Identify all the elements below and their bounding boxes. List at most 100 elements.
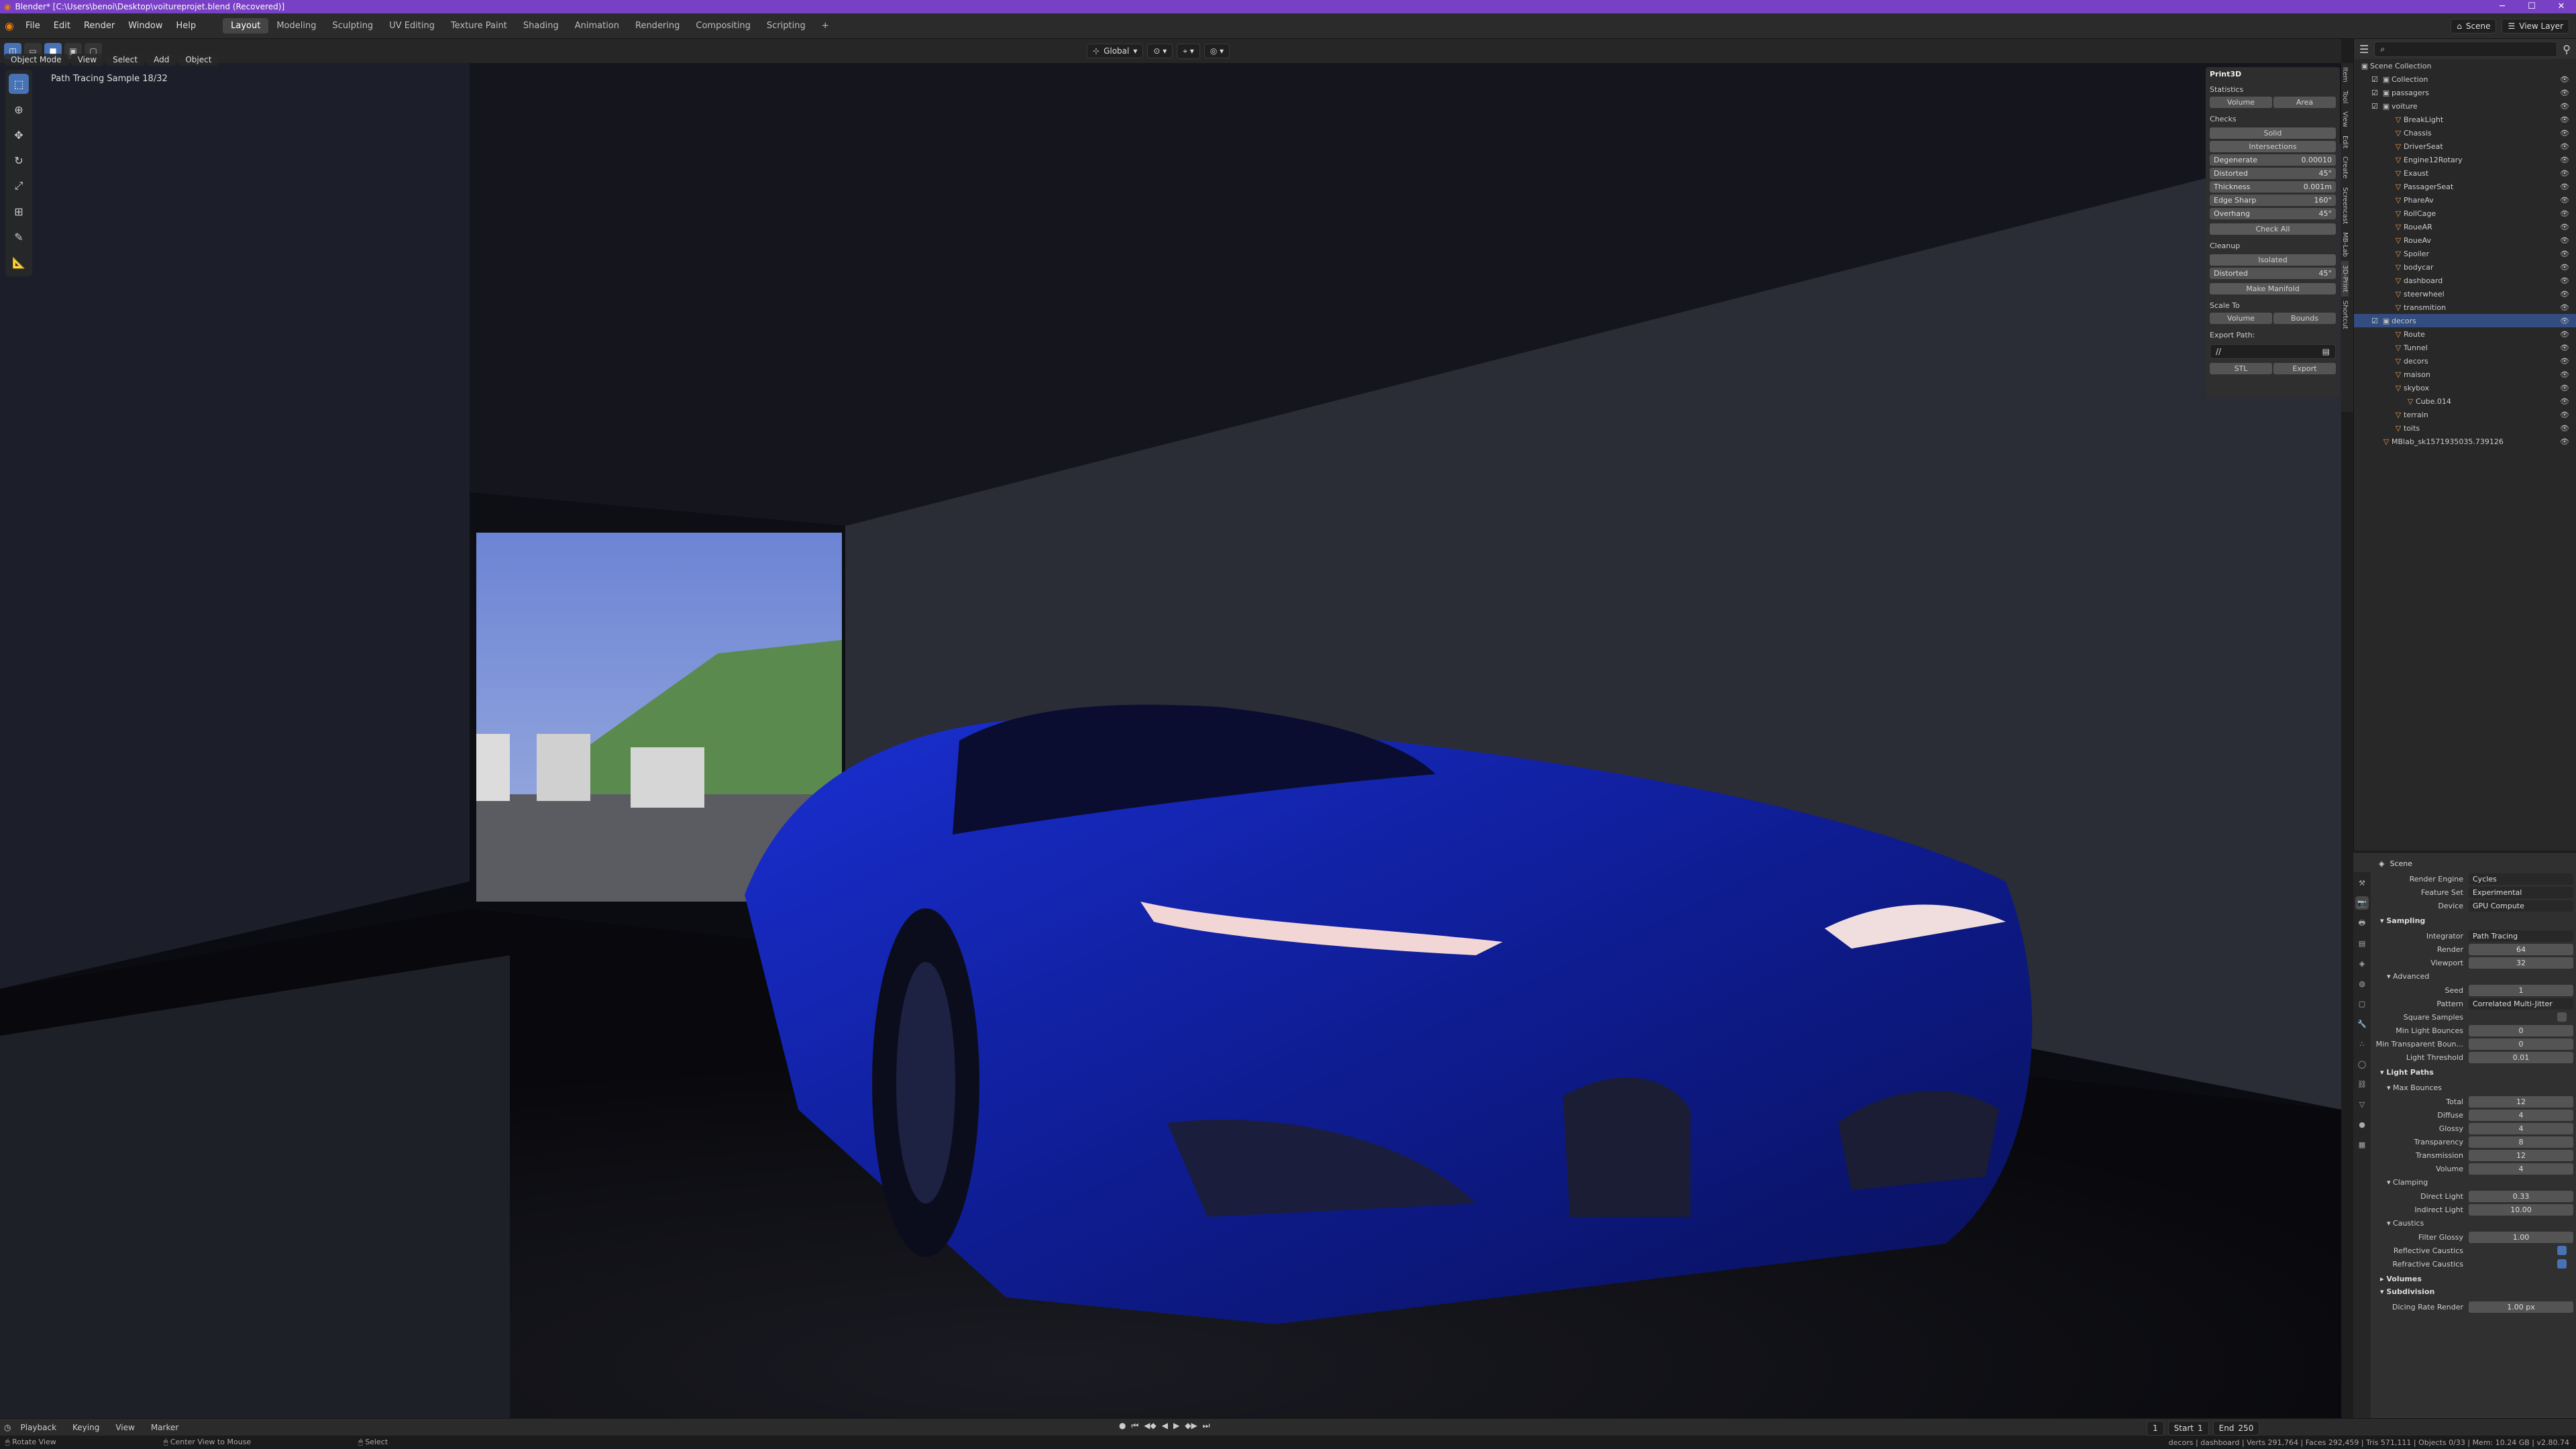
visibility-eye-icon[interactable]: 👁 [2560,276,2576,285]
prop-indirect-light[interactable]: Indirect Light 10.00 [2375,1203,2573,1216]
add-menu[interactable]: Add [147,54,176,66]
outliner-row[interactable]: ▽ steerwheel 👁 [2354,287,2576,301]
filter-icon[interactable]: ⚲ [2563,43,2571,56]
menu-render[interactable]: Render [77,21,121,31]
solid-button[interactable]: Solid [2210,127,2336,139]
cleanup-distorted-row[interactable]: Distorted 45° [2210,268,2336,279]
outliner-row[interactable]: ☑ ▣ passagers 👁 [2354,86,2576,99]
visibility-eye-icon[interactable]: 👁 [2560,357,2576,366]
tool-props-icon[interactable]: ⚒ [2355,876,2369,890]
tab-layout[interactable]: Layout [223,18,269,34]
marker-menu[interactable]: Marker [144,1421,185,1434]
end-frame-input[interactable]: End 250 [2212,1421,2260,1436]
physics-props-icon[interactable]: ◯ [2355,1057,2369,1071]
outliner-row[interactable]: ▽ RollCage 👁 [2354,207,2576,220]
outliner-row[interactable]: ▽ Chassis 👁 [2354,126,2576,140]
add-workspace-icon[interactable]: + [814,18,837,34]
clock-icon[interactable]: ◷ [4,1423,11,1432]
visibility-eye-icon[interactable]: 👁 [2560,89,2576,97]
scale-tool-icon[interactable]: ⤢ [9,176,29,196]
outliner-row[interactable]: ▽ skybox 👁 [2354,381,2576,394]
outliner-row[interactable]: ▽ RoueAR 👁 [2354,220,2576,233]
prop-total-bounces[interactable]: Total 12 [2375,1095,2573,1108]
outliner-row[interactable]: ▽ maison 👁 [2354,368,2576,381]
menu-file[interactable]: File [19,21,47,31]
material-props-icon[interactable]: ● [2355,1118,2369,1131]
sidetab-view[interactable]: View [2341,107,2349,131]
record-icon[interactable]: ● [1119,1421,1126,1431]
outliner-row[interactable]: ▽ PhareAv 👁 [2354,193,2576,207]
sidetab-mblab[interactable]: MB-Lab [2341,228,2349,261]
transform-tool-icon[interactable]: ⊞ [9,201,29,221]
visibility-eye-icon[interactable]: 👁 [2560,263,2576,272]
scene-selector[interactable]: ⌂ Scene [2451,19,2497,34]
prop-reflective-caustics[interactable]: Reflective Caustics [2375,1244,2573,1257]
visibility-eye-icon[interactable]: 👁 [2560,343,2576,352]
menu-help[interactable]: Help [170,21,203,31]
prop-min-light-bounces[interactable]: Min Light Bounces 0 [2375,1024,2573,1037]
playback-menu[interactable]: Playback [13,1421,63,1434]
prop-seed[interactable]: Seed 1 [2375,983,2573,997]
visibility-eye-icon[interactable]: 👁 [2560,384,2576,392]
exclude-checkbox-icon[interactable]: ☑ [2371,75,2381,84]
annotate-tool-icon[interactable]: ✎ [9,227,29,247]
texture-props-icon[interactable]: ▦ [2355,1138,2369,1151]
close-icon[interactable]: ✕ [2546,0,2576,13]
refractive-caustics-checkbox[interactable] [2557,1259,2567,1269]
scale-bounds-button[interactable]: Bounds [2273,313,2336,324]
check-row-edge-sharp[interactable]: Edge Sharp 160° [2210,195,2336,206]
check-row-degenerate[interactable]: Degenerate 0.00010 [2210,154,2336,166]
prev-key-icon[interactable]: ◀◆ [1144,1421,1156,1431]
sidetab-create[interactable]: Create [2341,152,2349,182]
section-volumes[interactable]: ▸ Volumes [2375,1271,2573,1287]
isolated-button[interactable]: Isolated [2210,254,2336,266]
outliner-search-input[interactable]: ⌕ [2374,41,2558,57]
section-advanced[interactable]: ▾ Advanced [2375,969,2573,983]
play-icon[interactable]: ▶ [1173,1421,1179,1431]
tab-texture-paint[interactable]: Texture Paint [443,18,515,34]
visibility-eye-icon[interactable]: 👁 [2560,196,2576,205]
visibility-eye-icon[interactable]: 👁 [2560,169,2576,178]
object-menu[interactable]: Object [178,54,219,66]
outliner-row[interactable]: ▽ terrain 👁 [2354,408,2576,421]
outliner-row[interactable]: ▽ Route 👁 [2354,327,2576,341]
tab-uv-editing[interactable]: UV Editing [381,18,443,34]
square-samples-checkbox[interactable] [2557,1012,2567,1022]
outliner-row[interactable]: ▽ PassagerSeat 👁 [2354,180,2576,193]
section-max-bounces[interactable]: ▾ Max Bounces [2375,1081,2573,1095]
tab-compositing[interactable]: Compositing [688,18,759,34]
particles-props-icon[interactable]: ∴ [2355,1037,2369,1051]
intersections-button[interactable]: Intersections [2210,141,2336,152]
outliner-row[interactable]: ☑ ▣ Collection 👁 [2354,72,2576,86]
scale-volume-button[interactable]: Volume [2210,313,2272,324]
visibility-eye-icon[interactable]: 👁 [2560,156,2576,164]
tab-animation[interactable]: Animation [567,18,627,34]
prop-transparency-bounces[interactable]: Transparency 8 [2375,1135,2573,1148]
prop-direct-light[interactable]: Direct Light 0.33 [2375,1189,2573,1203]
sidetab-screencast[interactable]: Screencast [2341,183,2349,228]
visibility-eye-icon[interactable]: 👁 [2560,397,2576,406]
exclude-checkbox-icon[interactable]: ☑ [2371,102,2381,111]
prop-device[interactable]: Device GPU Compute [2375,899,2573,912]
check-all-button[interactable]: Check All [2210,223,2336,235]
keying-menu[interactable]: Keying [66,1421,106,1434]
menu-window[interactable]: Window [121,21,169,31]
visibility-eye-icon[interactable]: 👁 [2560,424,2576,433]
play-reverse-icon[interactable]: ◀ [1162,1421,1168,1431]
visibility-eye-icon[interactable]: 👁 [2560,330,2576,339]
tab-shading[interactable]: Shading [515,18,567,34]
sidetab-shortcut[interactable]: Shortcut [2341,297,2349,333]
outliner-row[interactable]: ▽ Exaust 👁 [2354,166,2576,180]
outliner-row[interactable]: ▽ Spoiler 👁 [2354,247,2576,260]
folder-icon[interactable]: ▤ [2322,347,2330,356]
visibility-eye-icon[interactable]: 👁 [2560,236,2576,245]
prop-diffuse-bounces[interactable]: Diffuse 4 [2375,1108,2573,1122]
section-light-paths[interactable]: ▾ Light Paths [2375,1064,2573,1081]
visibility-eye-icon[interactable]: 👁 [2560,182,2576,191]
timeline-view-menu[interactable]: View [109,1421,141,1434]
outliner-row[interactable]: ▽ Cube.014 👁 [2354,394,2576,408]
view-layer-selector[interactable]: ☰ View Layer [2502,19,2569,34]
prop-pattern[interactable]: Pattern Correlated Multi-Jitter [2375,997,2573,1010]
visibility-eye-icon[interactable]: 👁 [2560,75,2576,84]
data-props-icon[interactable]: ▽ [2355,1097,2369,1111]
